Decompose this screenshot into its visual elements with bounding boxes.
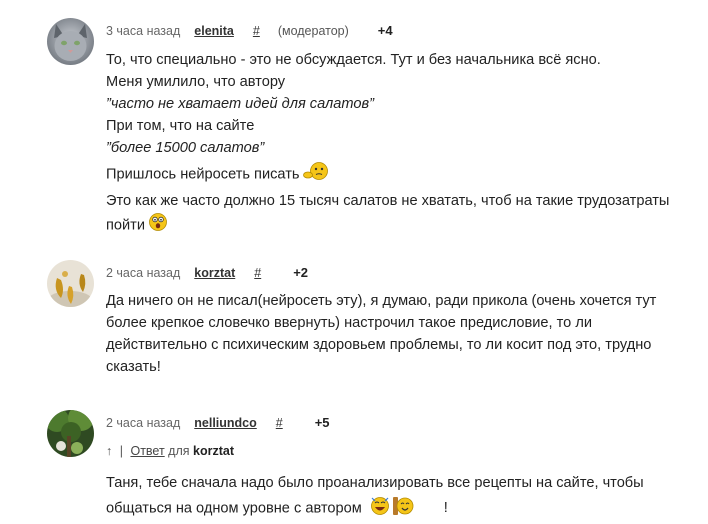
author-link[interactable]: nelliundco — [194, 416, 257, 430]
comment-time: 3 часа назад — [106, 24, 181, 38]
avatar[interactable] — [47, 260, 94, 307]
clapping-smiley-icon — [392, 494, 414, 523]
reply-to-author[interactable]: korztat — [193, 444, 234, 458]
comment-quote: ”более 15000 салатов” — [106, 140, 265, 156]
author-link[interactable]: elenita — [194, 24, 234, 38]
cat-avatar-icon — [47, 18, 94, 65]
exclamation-text: ! — [443, 500, 448, 517]
comment-text-line: сказать! — [106, 359, 161, 375]
thinking-smiley-icon — [303, 161, 331, 188]
comment-text-line: Пришлось нейросеть писать — [106, 161, 696, 188]
comment-text-line: действительно с психическим здоровьем пр… — [106, 337, 652, 353]
comment-text-line: Таня, тебе сначала надо было проанализир… — [106, 475, 644, 491]
reply-for-label: для — [168, 444, 190, 458]
comment-text-line: Это как же часто должно 15 тысяч салатов… — [106, 193, 670, 209]
shocked-smiley-icon — [148, 212, 168, 239]
forest-avatar-icon — [47, 410, 94, 457]
reply-link[interactable]: Ответ — [130, 444, 164, 458]
comment-score: +5 — [314, 415, 330, 430]
comment-meta: 2 часа назад korztat # +2 — [106, 265, 308, 280]
reply-info: ↑ | Ответ для korztat — [106, 444, 234, 458]
comment-score: +4 — [377, 23, 393, 38]
comment-text-line: Меня умилило, что автору — [106, 74, 286, 90]
comment-text: пойти — [106, 217, 146, 234]
comment-text: общаться на одном уровне с автором — [106, 500, 362, 517]
comment-quote: ”часто не хватает идей для салатов” — [106, 96, 374, 112]
comment-text-line: пойти — [106, 212, 696, 239]
comment-time: 2 часа назад — [106, 266, 181, 280]
comment-meta: 3 часа назад elenita # (модератор) +4 — [106, 23, 393, 38]
avatar[interactable] — [47, 18, 94, 65]
comment-score: +2 — [293, 265, 309, 280]
permalink[interactable]: # — [253, 24, 260, 38]
scroll-up-arrow-icon[interactable]: ↑ — [106, 444, 112, 458]
gold-ornament-avatar-icon — [47, 260, 94, 307]
comment-text-line: При том, что на сайте — [106, 118, 255, 134]
comment-body: Таня, тебе сначала надо было проанализир… — [106, 472, 696, 523]
comment-text-line: общаться на одном уровне с автором ! — [106, 494, 696, 523]
author-link[interactable]: korztat — [194, 266, 235, 280]
comment-text-line: То, что специально - это не обсуждается.… — [106, 52, 601, 68]
comments-list: 3 часа назад elenita # (модератор) +4 То… — [0, 0, 708, 524]
comment-time: 2 часа назад — [106, 416, 181, 430]
comment-text-line: более крепкое словечко ввернуть) настроч… — [106, 315, 593, 331]
laughing-smiley-icon — [370, 494, 390, 523]
comment-text-line: Да ничего он не писал(нейросеть эту), я … — [106, 293, 657, 309]
role-badge: (модератор) — [277, 24, 349, 38]
comment-body: Да ничего он не писал(нейросеть эту), я … — [106, 290, 696, 378]
comment-body: То, что специально - это не обсуждается.… — [106, 49, 696, 239]
permalink[interactable]: # — [254, 266, 261, 280]
reply-separator: | — [119, 444, 123, 458]
avatar[interactable] — [47, 410, 94, 457]
comment-meta: 2 часа назад nelliundco # +5 — [106, 415, 330, 430]
comment-text: Пришлось нейросеть писать — [106, 166, 300, 183]
permalink[interactable]: # — [276, 416, 283, 430]
